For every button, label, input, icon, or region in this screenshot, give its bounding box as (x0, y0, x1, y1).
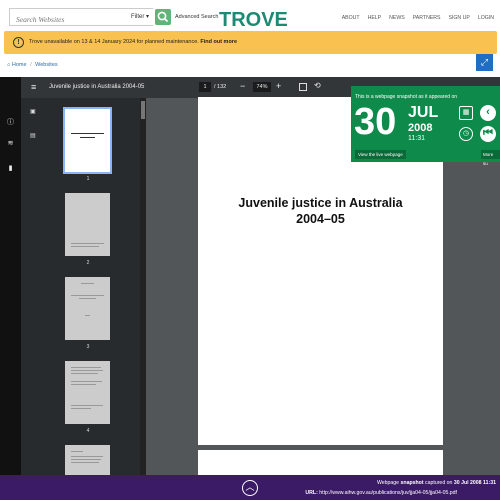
thumbnail-page-2[interactable] (65, 193, 110, 256)
top-header: Filter ▾ Advanced Search TROVE ABOUT HEL… (0, 0, 500, 32)
snapshot-day: 30 (354, 101, 397, 143)
thumbnail-number: 4 (86, 428, 90, 434)
thumbnail-panel: ▣ ▤ 1 2 3 4 (21, 98, 146, 485)
zoom-out-icon[interactable]: − (240, 81, 245, 91)
document-title-line-2: 2004–05 (296, 212, 345, 226)
snapshot-year: 2008 (408, 122, 433, 134)
nav-sign-up[interactable]: SIGN UP (449, 15, 470, 21)
pdf-title: Juvenile justice in Australia 2004-05 (49, 84, 145, 90)
nav-partners[interactable]: PARTNERS (413, 15, 441, 21)
page-total: / 132 (214, 84, 227, 90)
calendar-icon[interactable]: ▦ (459, 106, 473, 120)
snapshot-time: 11:31 (408, 135, 425, 142)
thumbnail-page-4[interactable] (65, 361, 110, 424)
page-number-input[interactable]: 1 (199, 82, 211, 92)
thumbnail-view-icon[interactable]: ▣ (30, 108, 39, 116)
document-title-line-1: Juvenile justice in Australia (238, 196, 403, 210)
outline-view-icon[interactable]: ▤ (30, 132, 39, 140)
capture-info: Webpage snapshot captured on 30 Jul 2008… (376, 480, 496, 486)
first-snapshot-button[interactable]: ⏮ (480, 126, 496, 142)
chevron-down-icon: ▾ (146, 14, 150, 20)
info-icon: ! (13, 37, 24, 48)
bookmark-icon[interactable]: ▮ (6, 164, 15, 173)
maintenance-alert: ! Trove unavailable on 13 & 14 January 2… (4, 31, 497, 54)
rotate-icon[interactable]: ⟲ (314, 81, 321, 90)
search-button[interactable] (155, 9, 171, 25)
top-nav: ABOUT HELP NEWS PARTNERS SIGN UP LOGIN (342, 15, 494, 21)
fullscreen-button[interactable]: ⤢ (476, 54, 493, 71)
trove-logo[interactable]: TROVE (219, 9, 288, 32)
clock-icon[interactable]: ◷ (459, 127, 473, 141)
previous-snapshot-button[interactable]: ‹ (480, 105, 496, 121)
document-title: Juvenile justice in Australia 2004–05 (198, 195, 443, 227)
layers-icon[interactable]: ≋ (6, 139, 15, 148)
left-tool-rail: ⓘ ≋ ▮ (0, 77, 21, 475)
fit-page-icon[interactable] (299, 83, 307, 91)
alert-message: Trove unavailable on 13 & 14 January 202… (29, 39, 199, 45)
thumbnail-page-3[interactable] (65, 277, 110, 340)
find-out-more-link[interactable]: Find out more (200, 39, 237, 45)
alert-text: Trove unavailable on 13 & 14 January 202… (29, 39, 237, 45)
thumbnail-number: 3 (86, 344, 90, 350)
nav-login[interactable]: LOGIN (478, 15, 494, 21)
thumbnail-scroll-thumb[interactable] (141, 101, 145, 119)
search-icon (157, 11, 169, 23)
nav-help[interactable]: HELP (368, 15, 382, 21)
capture-url-link[interactable]: http://www.aihw.gov.au/publications/juv/… (319, 490, 457, 496)
breadcrumb-home[interactable]: Home (12, 62, 27, 68)
snapshot-month: JUL (408, 104, 439, 121)
thumbnail-number: 1 (86, 176, 90, 182)
more-snapshots-button[interactable]: More su (481, 150, 500, 166)
breadcrumb-websites[interactable]: Websites (35, 62, 58, 68)
snapshot-date-panel: This is a webpage snapshot as it appeare… (351, 86, 500, 166)
thumbnail-number: 2 (86, 260, 90, 266)
zoom-level-input[interactable]: 74% (253, 82, 271, 92)
collapse-up-icon[interactable]: ︿ (242, 480, 258, 496)
view-live-webpage-button[interactable]: View the live webpage (355, 150, 406, 159)
thumbnail-scrollbar[interactable] (140, 98, 146, 475)
capture-url: URL: http://www.aihw.gov.au/publications… (305, 490, 457, 496)
snapshot-footer: ︿ Webpage snapshot captured on 30 Jul 20… (0, 475, 500, 500)
thumbnail-page-1[interactable] (63, 107, 112, 174)
search-input[interactable] (10, 11, 120, 28)
expand-icon: ⤢ (480, 57, 489, 67)
advanced-search-link[interactable]: Advanced Search (175, 14, 218, 20)
filter-dropdown[interactable]: Filter ▾ (131, 13, 149, 20)
info-icon[interactable]: ⓘ (6, 118, 15, 127)
zoom-in-icon[interactable]: + (276, 81, 281, 91)
nav-about[interactable]: ABOUT (342, 15, 360, 21)
pdf-page-next (198, 450, 443, 475)
breadcrumb: ⌂ Home / Websites (7, 62, 58, 68)
nav-news[interactable]: NEWS (389, 15, 405, 21)
home-icon: ⌂ (7, 62, 11, 68)
menu-icon[interactable]: ≡ (31, 83, 36, 92)
